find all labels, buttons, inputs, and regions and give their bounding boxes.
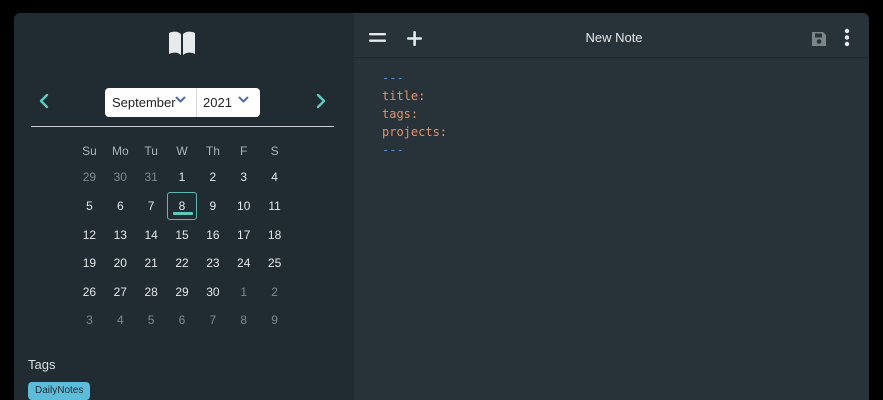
previous-month-chevron-icon[interactable] <box>37 93 51 109</box>
calendar-day[interactable]: 4 <box>105 313 136 327</box>
calendar-day-selected[interactable]: 8 <box>166 192 198 220</box>
calendar-day[interactable]: 11 <box>259 199 290 220</box>
calendar-day[interactable]: 7 <box>197 313 228 327</box>
next-month-chevron-icon[interactable] <box>314 93 328 109</box>
calendar-week: 19 20 21 22 23 24 25 <box>74 256 290 270</box>
calendar-day[interactable]: 15 <box>167 228 198 242</box>
editor-toolbar: New Note <box>354 13 869 58</box>
note-title: New Note <box>585 30 643 45</box>
calendar-day[interactable]: 9 <box>197 199 228 220</box>
weekday-label: Mo <box>111 144 129 158</box>
calendar-day[interactable]: 3 <box>74 313 105 327</box>
frontmatter-delimiter: --- <box>382 71 404 85</box>
calendar-day[interactable]: 13 <box>105 228 136 242</box>
calendar-week: 12 13 14 15 16 17 18 <box>74 228 290 242</box>
calendar-day[interactable]: 3 <box>228 170 259 184</box>
weekday-label: W <box>176 144 188 158</box>
save-icon[interactable] <box>811 31 827 47</box>
calendar-day[interactable]: 27 <box>105 285 136 299</box>
calendar-day[interactable]: 7 <box>136 199 167 220</box>
markdown-editor[interactable]: --- title: tags: projects: --- <box>382 69 447 159</box>
calendar-day[interactable]: 31 <box>136 170 167 184</box>
calendar-day[interactable]: 5 <box>74 199 105 220</box>
calendar-day[interactable]: 29 <box>167 285 198 299</box>
calendar-day[interactable]: 1 <box>228 285 259 299</box>
chevron-down-icon <box>238 96 249 103</box>
year-select-value: 2021 <box>203 95 232 110</box>
calendar-day[interactable]: 22 <box>167 256 198 270</box>
calendar-day[interactable]: 29 <box>74 170 105 184</box>
frontmatter-delimiter: --- <box>382 143 404 157</box>
frontmatter-key-title: title: <box>382 89 426 103</box>
calendar-day[interactable]: 20 <box>105 256 136 270</box>
calendar-day[interactable]: 14 <box>136 228 167 242</box>
app-window: September 2021 Su Mo Tu W Th F S 29 30 3… <box>14 13 869 400</box>
calendar-day[interactable]: 30 <box>197 285 228 299</box>
weekday-label: F <box>240 144 248 158</box>
tag-chip-dailynotes[interactable]: DailyNotes <box>28 382 91 400</box>
weekday-label: Tu <box>144 144 158 158</box>
weekday-label: Th <box>205 144 220 158</box>
frontmatter-key-projects: projects: <box>382 125 448 139</box>
calendar-day[interactable]: 18 <box>259 228 290 242</box>
open-book-icon <box>169 31 195 55</box>
selected-day-label: 8 <box>178 199 186 213</box>
calendar-week: 5 6 7 8 9 10 11 <box>74 192 290 220</box>
calendar-day[interactable]: 17 <box>228 228 259 242</box>
calendar-weekday-header: Su Mo Tu W Th F S <box>74 144 290 158</box>
chevron-down-icon <box>175 96 186 103</box>
calendar-day[interactable]: 19 <box>74 256 105 270</box>
calendar-day[interactable]: 5 <box>136 313 167 327</box>
calendar-week: 26 27 28 29 30 1 2 <box>74 285 290 299</box>
calendar-day[interactable]: 16 <box>197 228 228 242</box>
weekday-label: Su <box>82 144 97 158</box>
calendar-day[interactable]: 6 <box>167 313 198 327</box>
frontmatter-key-tags: tags: <box>382 107 419 121</box>
tags-heading: Tags <box>28 357 56 372</box>
calendar-week: 29 30 31 1 2 3 4 <box>74 170 290 184</box>
calendar-day[interactable]: 1 <box>167 170 198 184</box>
calendar-day[interactable]: 24 <box>228 256 259 270</box>
calendar-day[interactable]: 25 <box>259 256 290 270</box>
calendar-day[interactable]: 23 <box>197 256 228 270</box>
year-select[interactable]: 2021 <box>197 88 260 117</box>
calendar-week: 3 4 5 6 7 8 9 <box>74 313 290 327</box>
calendar-day[interactable]: 9 <box>259 313 290 327</box>
calendar-day[interactable]: 2 <box>197 170 228 184</box>
calendar-day[interactable]: 28 <box>136 285 167 299</box>
today-indicator <box>172 212 193 215</box>
calendar-day[interactable]: 10 <box>228 199 259 220</box>
more-vertical-icon[interactable] <box>844 28 850 47</box>
month-select[interactable]: September <box>105 88 197 117</box>
month-select-value: September <box>112 95 176 110</box>
editor-pane: New Note --- title: tags: projects: --- <box>354 13 869 400</box>
calendar-day[interactable]: 21 <box>136 256 167 270</box>
calendar-divider <box>31 126 334 127</box>
plus-icon[interactable] <box>406 30 423 47</box>
calendar-day[interactable]: 12 <box>74 228 105 242</box>
calendar-day[interactable]: 6 <box>105 199 136 220</box>
calendar-day[interactable]: 2 <box>259 285 290 299</box>
weekday-label: S <box>270 144 279 158</box>
calendar-day[interactable]: 8 <box>228 313 259 327</box>
sidebar: September 2021 Su Mo Tu W Th F S 29 30 3… <box>14 13 354 400</box>
menu-icon[interactable] <box>369 32 386 43</box>
month-year-picker: September 2021 <box>105 88 260 117</box>
calendar-day[interactable]: 30 <box>105 170 136 184</box>
calendar-day[interactable]: 4 <box>259 170 290 184</box>
calendar-day[interactable]: 26 <box>74 285 105 299</box>
